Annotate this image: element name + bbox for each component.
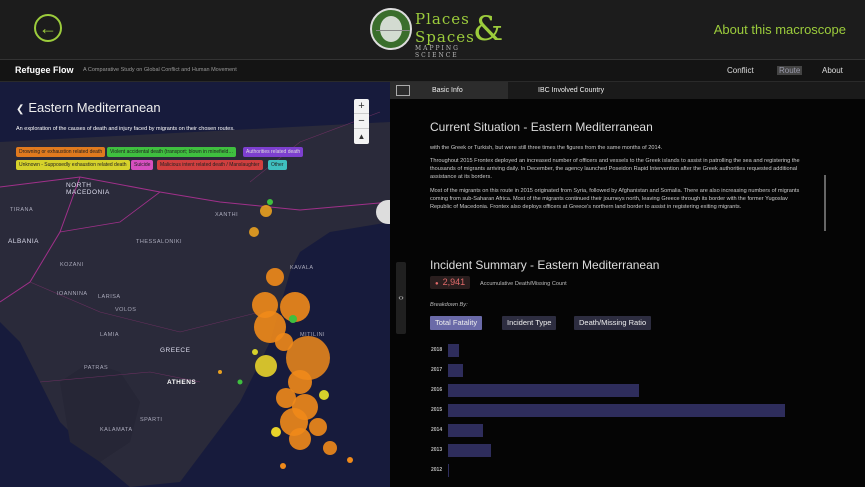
nav-conflict[interactable]: Conflict: [727, 66, 754, 75]
bar-label-2017: 2017: [431, 367, 443, 373]
info-paragraph-1: Throughout 2015 Frontex deployed an incr…: [430, 158, 800, 180]
panel-toggle-button[interactable]: ‹›: [396, 262, 406, 334]
back-button[interactable]: ←: [34, 14, 62, 42]
bar-label-2018: 2018: [431, 347, 443, 353]
logo-line2: Spaces: [415, 28, 475, 46]
incident-marker: [319, 390, 329, 400]
nav-route[interactable]: Route: [777, 66, 803, 75]
death-count-value: 2,941: [442, 277, 466, 287]
globe-icon: [370, 8, 412, 50]
incident-marker: [289, 428, 311, 450]
nav-about[interactable]: About: [822, 66, 843, 75]
breakdown-incident-type-button[interactable]: Incident Type: [502, 316, 557, 330]
incident-marker: [218, 370, 222, 374]
bar-2015[interactable]: [448, 404, 786, 417]
map-icon: [396, 85, 410, 96]
info-panel: Basic Info IBC Involved Country Current …: [390, 82, 865, 487]
tab-basic-info[interactable]: Basic Info: [390, 82, 508, 99]
incident-marker: [237, 379, 243, 385]
arrow-left-icon: ←: [39, 18, 57, 38]
bar-label-2016: 2016: [431, 387, 443, 393]
incident-markers: [218, 199, 353, 469]
bar-2014[interactable]: [448, 424, 484, 437]
incident-marker: [260, 205, 272, 217]
top-bar: ← Places Spaces MAPPING SCIENCE & About …: [0, 0, 865, 60]
breakdown-total-fatality-button[interactable]: Total Fatality: [430, 316, 483, 330]
bar-2012[interactable]: [448, 464, 450, 477]
incident-marker: [289, 315, 297, 323]
bar-label-2012: 2012: [431, 467, 443, 473]
incident-marker: [280, 463, 286, 469]
incident-marker: [347, 457, 353, 463]
incident-marker: [252, 349, 258, 355]
places-spaces-logo[interactable]: Places Spaces MAPPING SCIENCE &: [370, 8, 504, 59]
bar-2018[interactable]: [448, 344, 460, 357]
about-macroscope-link[interactable]: About this macroscope: [714, 22, 846, 37]
route-map[interactable]: ❮ Eastern Mediterranean An exploration of…: [0, 82, 390, 487]
bar-2017[interactable]: [448, 364, 463, 377]
bar-label-2014: 2014: [431, 427, 443, 433]
bar-2013[interactable]: [448, 444, 492, 457]
info-paragraph-2: Most of the migrants on this route in 20…: [430, 188, 800, 210]
incident-marker: [249, 227, 259, 237]
bar-label-2015: 2015: [431, 407, 443, 413]
incident-marker: [323, 441, 337, 455]
incident-marker: [255, 355, 277, 377]
death-count-badge: ● 2,941: [430, 276, 471, 289]
text-scrollbar[interactable]: [824, 175, 826, 231]
incident-marker: [271, 427, 281, 437]
incident-marker: [267, 199, 273, 205]
logo-line1: Places: [415, 10, 470, 28]
bar-2016[interactable]: [448, 384, 639, 397]
tab-basic-info-label: Basic Info: [432, 87, 463, 94]
incident-marker: [309, 418, 327, 436]
breakdown-death-missing-ratio-button[interactable]: Death/Missing Ratio: [574, 316, 652, 330]
info-paragraph-cut: with the Greek or Turkish, but were stil…: [430, 145, 663, 151]
tab-ibc-country[interactable]: IBC Involved Country: [538, 82, 604, 99]
nav-bar: Refugee Flow A Comparative Study on Glob…: [0, 60, 865, 82]
incident-summary-title: Incident Summary - Eastern Mediterranean: [430, 258, 660, 272]
app-subtitle: A Comparative Study on Global Conflict a…: [83, 67, 237, 73]
breakdown-label: Breakdown By:: [430, 302, 468, 308]
tab-bar: Basic Info IBC Involved Country: [390, 82, 865, 99]
bar-label-2013: 2013: [431, 447, 443, 453]
logo-ampersand: &: [473, 9, 504, 49]
current-situation-title: Current Situation - Eastern Mediterranea…: [430, 120, 653, 134]
incident-marker: [266, 268, 284, 286]
dot-icon: ●: [435, 281, 439, 287]
incident-marker: [275, 333, 293, 351]
death-count-label: Accumulative Death/Missing Count: [480, 281, 567, 287]
app-title: Refugee Flow: [15, 65, 74, 75]
